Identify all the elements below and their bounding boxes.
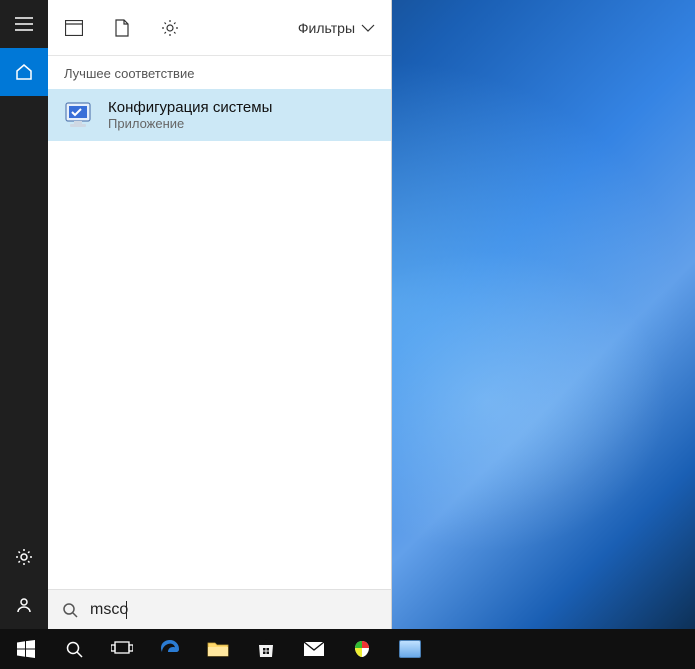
app-icon bbox=[399, 640, 421, 658]
document-icon bbox=[115, 19, 129, 37]
search-icon bbox=[62, 602, 78, 618]
task-view-icon bbox=[111, 641, 133, 657]
taskbar-edge-button[interactable] bbox=[146, 629, 194, 669]
taskbar bbox=[0, 629, 695, 669]
store-icon bbox=[256, 639, 276, 659]
scope-documents-button[interactable] bbox=[112, 18, 132, 38]
search-box[interactable]: msco bbox=[48, 589, 391, 629]
gear-icon bbox=[15, 548, 33, 566]
result-subtitle: Приложение bbox=[108, 116, 272, 131]
filters-label: Фильтры bbox=[298, 20, 355, 36]
start-search-panel: Фильтры Лучшее соответствие Конфигурация… bbox=[0, 0, 392, 629]
search-result-item[interactable]: Конфигурация системы Приложение bbox=[48, 89, 391, 141]
mail-icon bbox=[303, 641, 325, 657]
taskbar-file-explorer-button[interactable] bbox=[194, 629, 242, 669]
search-input-value: msco bbox=[90, 601, 128, 619]
taskbar-app-1[interactable] bbox=[338, 629, 386, 669]
search-icon bbox=[65, 640, 83, 658]
taskbar-search-button[interactable] bbox=[50, 629, 98, 669]
msconfig-icon bbox=[64, 99, 96, 131]
menu-icon bbox=[15, 17, 33, 31]
edge-icon bbox=[159, 638, 181, 660]
results-empty-area bbox=[48, 141, 391, 589]
app-icon bbox=[352, 639, 372, 659]
windows-icon bbox=[17, 640, 35, 658]
best-match-header: Лучшее соответствие bbox=[48, 56, 391, 89]
search-scope-toolbar: Фильтры bbox=[48, 0, 391, 56]
taskbar-mail-button[interactable] bbox=[290, 629, 338, 669]
text-caret bbox=[126, 601, 127, 619]
rail-home-button[interactable] bbox=[0, 48, 48, 96]
hamburger-menu-button[interactable] bbox=[0, 0, 48, 48]
scope-settings-button[interactable] bbox=[160, 18, 180, 38]
filters-dropdown[interactable]: Фильтры bbox=[298, 20, 375, 36]
rail-user-button[interactable] bbox=[0, 581, 48, 629]
apps-icon bbox=[65, 20, 83, 36]
gear-icon bbox=[161, 19, 179, 37]
result-title: Конфигурация системы bbox=[108, 99, 272, 116]
search-results-column: Фильтры Лучшее соответствие Конфигурация… bbox=[48, 0, 392, 629]
chevron-down-icon bbox=[361, 24, 375, 32]
rail-settings-button[interactable] bbox=[0, 533, 48, 581]
scope-apps-button[interactable] bbox=[64, 18, 84, 38]
start-rail bbox=[0, 0, 48, 629]
taskbar-app-2[interactable] bbox=[386, 629, 434, 669]
taskbar-store-button[interactable] bbox=[242, 629, 290, 669]
result-text: Конфигурация системы Приложение bbox=[108, 99, 272, 131]
task-view-button[interactable] bbox=[98, 629, 146, 669]
search-input[interactable]: msco bbox=[90, 601, 127, 619]
home-icon bbox=[15, 63, 33, 81]
user-icon bbox=[15, 596, 33, 614]
start-button[interactable] bbox=[2, 629, 50, 669]
folder-icon bbox=[207, 640, 229, 658]
